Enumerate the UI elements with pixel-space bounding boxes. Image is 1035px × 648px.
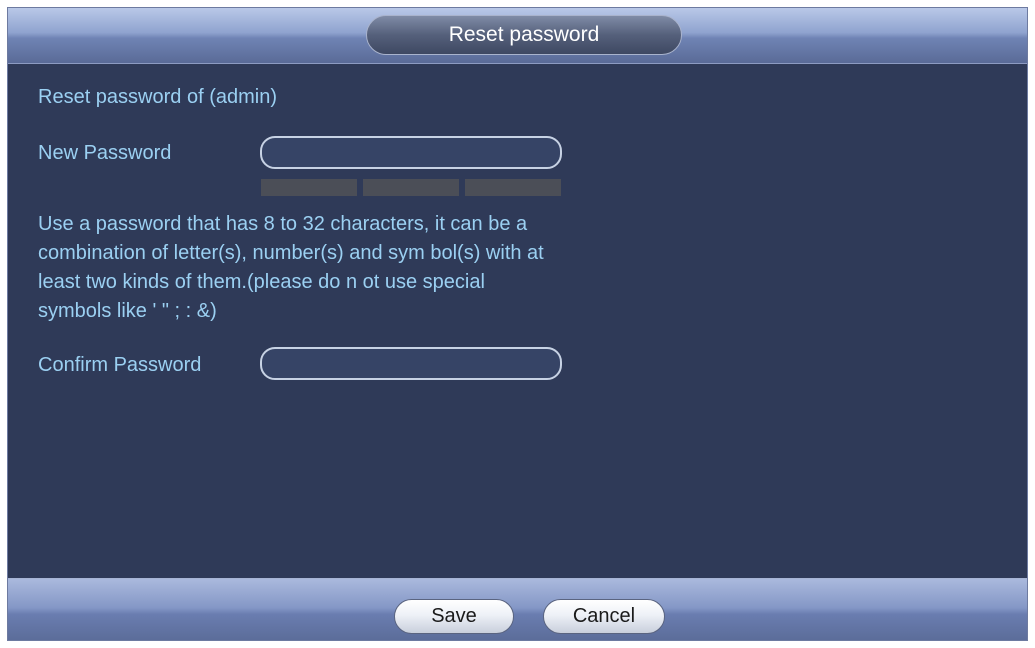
save-button[interactable]: Save	[394, 599, 514, 634]
dialog-footer: Save Cancel	[8, 578, 1027, 640]
strength-segment-weak	[261, 179, 357, 196]
new-password-label: New Password	[38, 142, 172, 164]
strength-segment-medium	[363, 179, 459, 196]
confirm-password-label: Confirm Password	[38, 354, 202, 376]
strength-segment-strong	[465, 179, 561, 196]
password-hint: Use a password that has 8 to 32 characte…	[38, 213, 544, 322]
reset-password-dialog: Reset password Reset password of (admin)…	[7, 7, 1028, 641]
dialog-content: Reset password of (admin) New Password U…	[8, 64, 1027, 578]
password-strength-meter	[261, 179, 561, 196]
confirm-password-input[interactable]	[260, 347, 562, 380]
form-heading: Reset password of (admin)	[38, 86, 277, 108]
dialog-title: Reset password	[366, 15, 682, 55]
cancel-button[interactable]: Cancel	[543, 599, 665, 634]
dialog-titlebar: Reset password	[8, 8, 1027, 64]
new-password-input[interactable]	[260, 136, 562, 169]
